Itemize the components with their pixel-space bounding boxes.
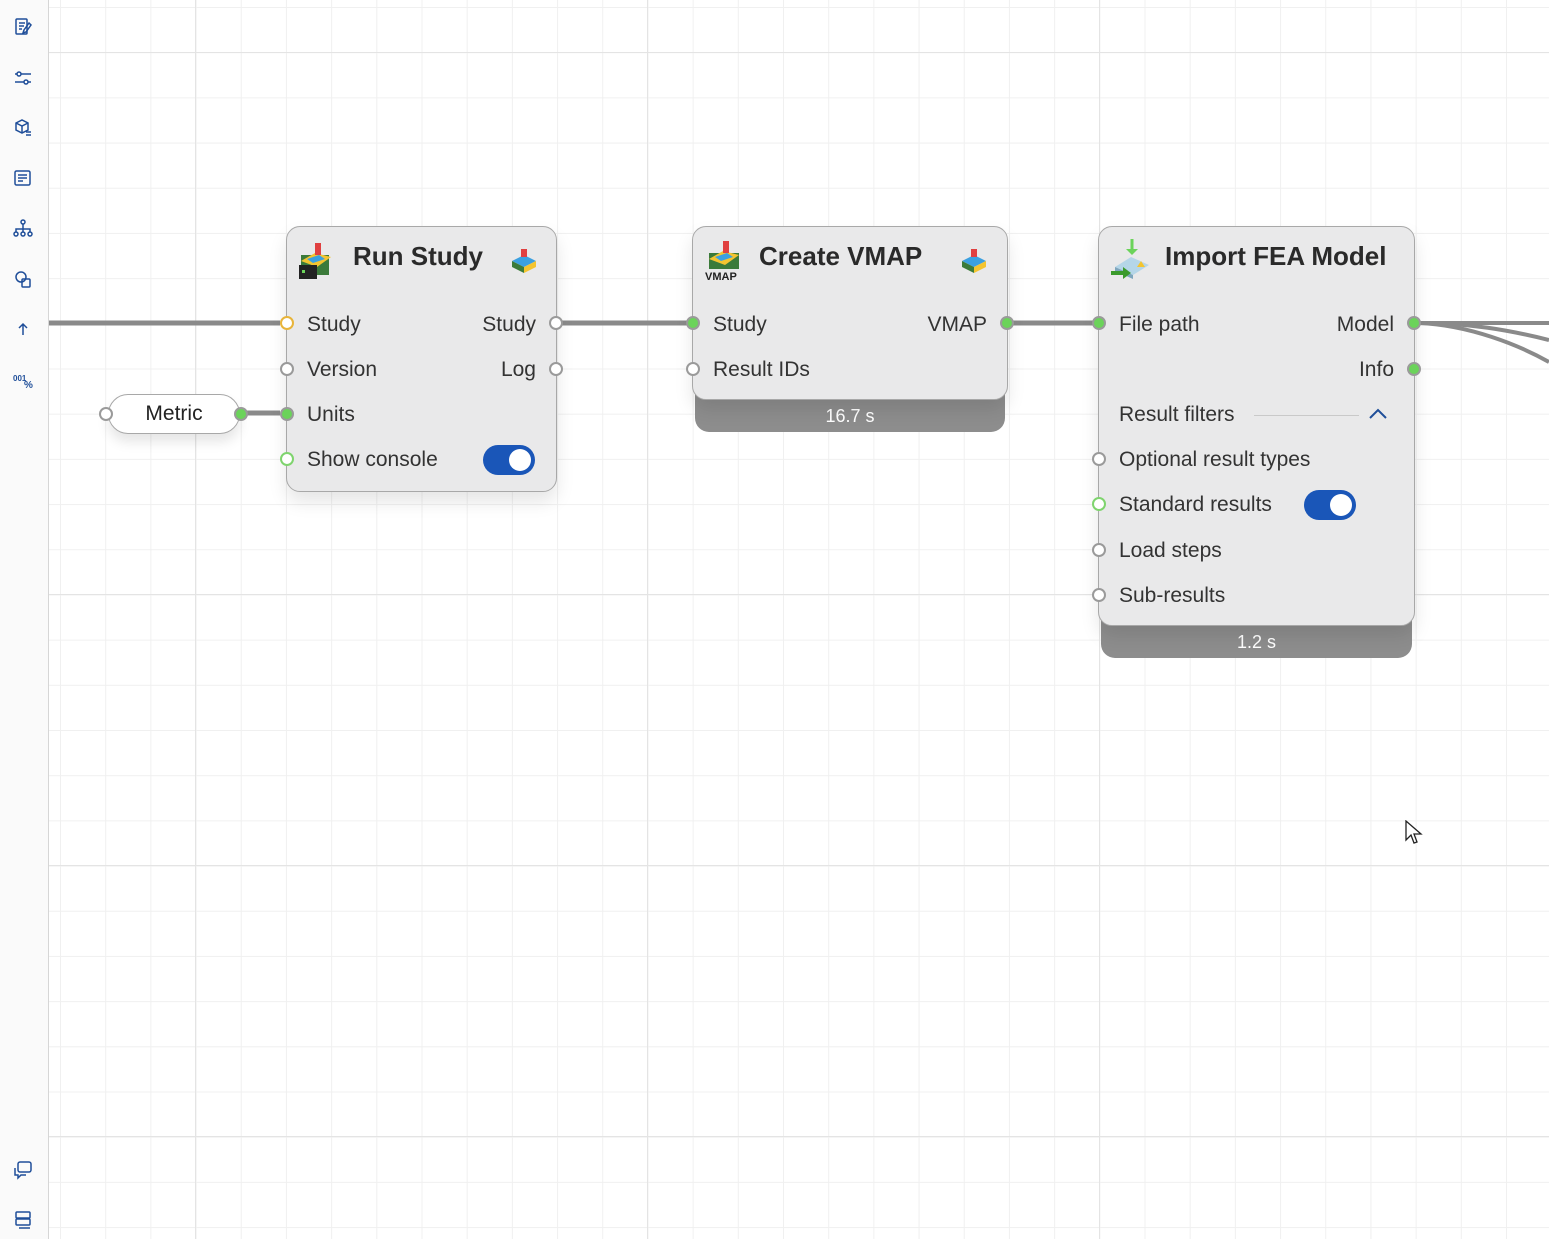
run-study-version-in-port[interactable] (280, 362, 294, 376)
create-vmap-node[interactable]: VMAP Create VMAP Study Result IDs VMAP (692, 226, 1008, 400)
run-study-badge-icon (509, 247, 539, 280)
create-vmap-output-vmap: VMAP (927, 313, 987, 336)
percent-format-icon[interactable]: 001% (9, 366, 37, 394)
filter-sub-results: Sub-results (1119, 584, 1226, 607)
cube-list-icon[interactable] (9, 114, 37, 142)
run-study-units-in-port[interactable] (280, 407, 294, 421)
import-fea-load-steps-in-port[interactable] (1092, 543, 1106, 557)
run-study-input-units: Units (307, 403, 355, 426)
create-vmap-icon: VMAP (703, 239, 749, 288)
metric-input-port[interactable] (99, 407, 113, 421)
create-vmap-vmap-out-port[interactable] (1000, 316, 1014, 330)
database-output-icon[interactable] (9, 1206, 37, 1234)
create-vmap-result-ids-in-port[interactable] (686, 362, 700, 376)
run-study-output-study: Study (482, 313, 536, 336)
sliders-icon[interactable] (9, 64, 37, 92)
vmap-icon-text: VMAP (705, 271, 737, 283)
hierarchy-icon[interactable] (9, 214, 37, 242)
create-vmap-study-in-port[interactable] (686, 316, 700, 330)
run-study-study-out-port[interactable] (549, 316, 563, 330)
import-fea-title: Import FEA Model (1165, 241, 1387, 271)
create-vmap-input-study: Study (713, 313, 767, 336)
create-vmap-badge-icon (959, 247, 989, 280)
chat-comment-icon[interactable] (9, 1156, 37, 1184)
metric-node[interactable]: Metric (108, 394, 240, 434)
import-fea-standard-results-in-port[interactable] (1092, 497, 1106, 511)
node-editor-canvas[interactable]: Metric Run Study Study Version Units Sho… (49, 0, 1549, 1239)
import-fea-output-info: Info (1358, 358, 1394, 381)
import-fea-time: 1.2 s (1236, 632, 1277, 652)
create-vmap-title: Create VMAP (759, 241, 923, 271)
run-study-input-version: Version (307, 358, 378, 381)
run-study-log-out-port[interactable] (549, 362, 563, 376)
run-study-title: Run Study (353, 241, 483, 271)
result-filters-divider (1254, 415, 1359, 416)
run-study-input-study: Study (307, 313, 361, 336)
show-console-toggle[interactable] (483, 445, 535, 475)
document-list-icon[interactable] (9, 164, 37, 192)
chevron-up-icon[interactable] (1367, 405, 1389, 428)
create-vmap-input-result-ids: Result IDs (713, 358, 810, 381)
filter-optional-result-types: Optional result types (1119, 448, 1311, 471)
import-fea-sub-results-in-port[interactable] (1092, 588, 1106, 602)
import-fea-icon (1109, 237, 1155, 288)
import-fea-file-path-in-port[interactable] (1092, 316, 1106, 330)
result-filters-section-label: Result filters (1119, 403, 1235, 426)
svg-text:%: % (24, 380, 33, 390)
filter-standard-results: Standard results (1119, 493, 1272, 516)
run-study-input-show-console: Show console (307, 448, 438, 471)
import-fea-info-out-port[interactable] (1407, 362, 1421, 376)
import-fea-optional-result-types-in-port[interactable] (1092, 452, 1106, 466)
create-vmap-time: 16.7 s (825, 406, 875, 426)
import-fea-input-file-path: File path (1119, 313, 1200, 336)
mouse-cursor-icon (1405, 819, 1423, 851)
import-fea-node[interactable]: Import FEA Model File path Model Info Re… (1098, 226, 1415, 626)
metric-label: Metric (145, 402, 203, 425)
run-study-output-log: Log (500, 358, 536, 381)
run-study-study-in-port[interactable] (280, 316, 294, 330)
left-toolbar: 001% (0, 0, 49, 1239)
import-fea-model-out-port[interactable] (1407, 316, 1421, 330)
run-study-show-console-in-port[interactable] (280, 452, 294, 466)
standard-results-toggle[interactable] (1304, 490, 1356, 520)
notes-edit-icon[interactable] (9, 13, 37, 41)
import-fea-output-model: Model (1336, 313, 1394, 336)
shapes-icon[interactable] (9, 265, 37, 293)
run-study-icon (297, 239, 341, 288)
arrow-up-icon[interactable] (9, 315, 37, 343)
filter-load-steps: Load steps (1119, 539, 1222, 562)
run-study-node[interactable]: Run Study Study Version Units Show conso… (286, 226, 557, 492)
metric-output-port[interactable] (234, 407, 248, 421)
